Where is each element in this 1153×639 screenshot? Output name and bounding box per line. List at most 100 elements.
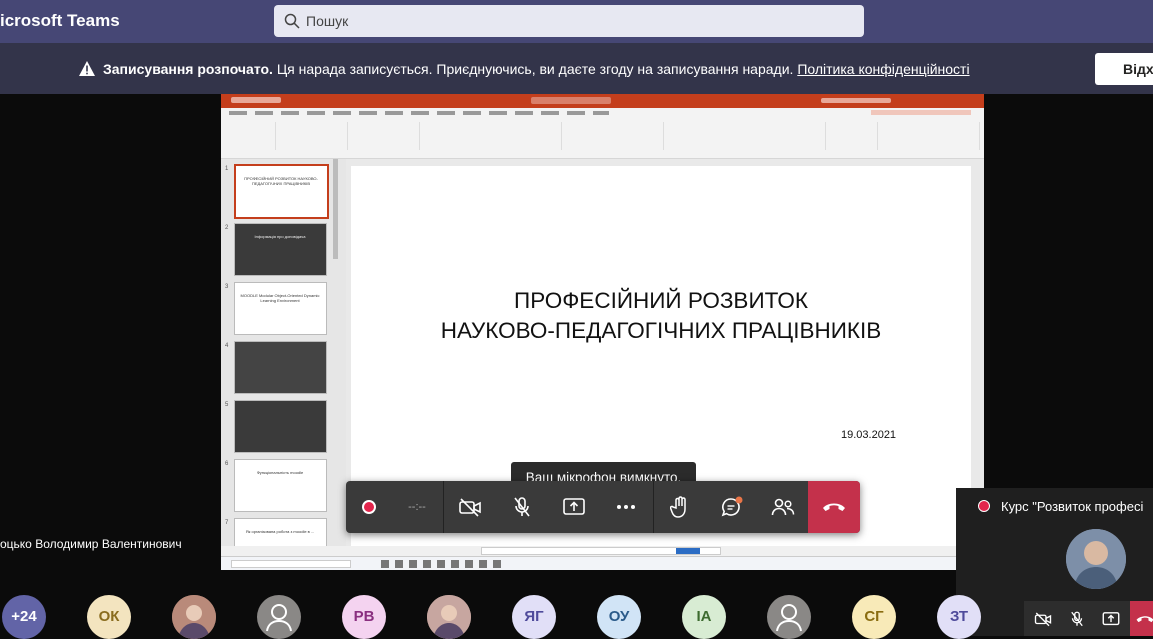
slide-thumbnail[interactable]: Інформація про доповідача <box>234 223 327 276</box>
thumbnail-number: 2 <box>225 225 229 231</box>
banner-message: Записування розпочато. Ця нарада записує… <box>103 61 970 77</box>
participant-avatar[interactable]: СГ <box>852 595 896 639</box>
thumbnail-text: Інформація про доповідача <box>254 234 306 239</box>
share-screen-icon <box>563 498 585 515</box>
participant-avatar[interactable]: ЯГ <box>512 595 556 639</box>
ppt-title-bar <box>221 94 984 108</box>
thumbnail-number: 1 <box>225 166 229 172</box>
recording-indicator-icon <box>978 500 990 512</box>
warning-icon <box>79 61 95 76</box>
meeting-title: Курс "Розвиток професі <box>1001 499 1144 514</box>
self-leave-button[interactable] <box>1130 601 1153 636</box>
leave-call-button[interactable] <box>808 481 860 533</box>
participant-avatar[interactable]: ОК <box>87 595 131 639</box>
avatar-photo-icon <box>427 595 471 639</box>
slide-title-line1: ПРОФЕСІЙНИЙ РОЗВИТОК <box>514 288 808 313</box>
search-icon <box>284 13 300 29</box>
participant-initials: +24 <box>11 608 37 625</box>
self-preview-controls <box>1024 601 1153 636</box>
call-toolbar: --:-- <box>346 481 860 533</box>
participant-avatar[interactable]: ЗТ <box>937 595 981 639</box>
slide-thumbnail[interactable]: Функціональність moodle <box>234 459 327 512</box>
people-icon <box>771 498 795 516</box>
ppt-ribbon <box>221 118 984 159</box>
top-bar: icrosoft Teams Пошук <box>0 0 1153 43</box>
ppt-ribbon-tabs <box>221 108 984 118</box>
thumbnail-number: 5 <box>225 402 229 408</box>
search-placeholder: Пошук <box>306 13 349 29</box>
record-icon <box>361 500 376 514</box>
recording-banner: Записування розпочато. Ця нарада записує… <box>0 43 1153 94</box>
slide-date: 19.03.2021 <box>841 429 897 441</box>
hand-icon <box>670 496 686 518</box>
participant-avatar[interactable]: ОУ <box>597 595 641 639</box>
windows-taskbar <box>221 556 984 570</box>
participant-initials: ЗТ <box>950 608 968 625</box>
chat-icon <box>721 496 743 517</box>
microphone-button[interactable] <box>496 481 548 533</box>
participant-initials: ОК <box>98 608 120 625</box>
mic-off-icon <box>1071 611 1083 626</box>
thumbnail-number: 6 <box>225 461 229 467</box>
thumbnail-number: 4 <box>225 343 229 349</box>
search-input[interactable]: Пошук <box>274 5 864 37</box>
presenter-name: оцько Володимир Валентинович <box>0 537 182 551</box>
camera-off-icon <box>459 498 481 517</box>
participant-avatar[interactable] <box>427 595 471 639</box>
participant-avatar[interactable]: РВ <box>342 595 386 639</box>
ppt-status-bar <box>221 546 984 556</box>
camera-button[interactable] <box>444 481 496 533</box>
participant-initials: РВ <box>353 608 375 625</box>
slide-thumbnails: 1 ПРОФЕСІЙНИЙ РОЗВИТОК НАУКОВО-ПЕДАГОГІЧН… <box>221 159 346 570</box>
participant-initials: ОУ <box>608 608 630 625</box>
thumbnail-scrollbar[interactable] <box>333 159 338 259</box>
chat-button[interactable] <box>706 481 758 533</box>
slide-thumbnail[interactable]: ПРОФЕСІЙНИЙ РОЗВИТОК НАУКОВО-ПЕДАГОГІЧНИ… <box>234 164 329 219</box>
participant-avatar[interactable]: +24 <box>2 595 46 639</box>
participants-button[interactable] <box>758 481 808 533</box>
self-camera-button[interactable] <box>1026 601 1060 636</box>
participant-avatar[interactable] <box>172 595 216 639</box>
participant-initials: ЯГ <box>524 608 544 625</box>
call-timer: --:-- <box>408 501 426 513</box>
raise-hand-button[interactable] <box>654 481 706 533</box>
mic-off-icon <box>514 497 530 517</box>
share-screen-icon <box>1102 611 1120 625</box>
self-share-button[interactable] <box>1094 601 1128 636</box>
person-icon <box>266 604 292 632</box>
slide-title-line2: НАУКОВО-ПЕДАГОГІЧНИХ ПРАЦІВНИКІВ <box>440 318 882 343</box>
share-button[interactable] <box>548 481 600 533</box>
person-icon <box>776 604 802 632</box>
thumbnail-text: Як організована робота з moodle в ... <box>245 529 315 534</box>
self-avatar <box>1066 529 1126 589</box>
thumbnail-text: Функціональність moodle <box>256 470 304 475</box>
avatar-photo-icon <box>172 595 216 639</box>
avatar-photo-icon <box>1066 529 1126 589</box>
thumbnail-text: ПРОФЕСІЙНИЙ РОЗВИТОК НАУКОВО-ПЕДАГОГІЧНИ… <box>244 176 318 186</box>
thumbnail-number: 3 <box>225 284 229 290</box>
participant-initials: ІА <box>696 608 712 625</box>
banner-bold-text: Записування розпочато. <box>103 61 273 77</box>
more-icon <box>617 505 635 509</box>
more-actions-button[interactable] <box>600 481 652 533</box>
thumbnail-text: MOODLE Modular Object-Oriented Dynamic L… <box>240 293 320 303</box>
app-title: icrosoft Teams <box>0 11 120 30</box>
privacy-policy-link[interactable]: Політика конфіденційності <box>797 61 969 77</box>
banner-body-text: Ця нарада записується. Приєднуючись, ви … <box>272 61 798 77</box>
slide-thumbnail[interactable]: MOODLE Modular Object-Oriented Dynamic L… <box>234 282 327 335</box>
slide-thumbnail[interactable] <box>234 341 327 394</box>
slide-thumbnail[interactable] <box>234 400 327 453</box>
camera-off-icon <box>1034 612 1052 626</box>
recording-button[interactable] <box>346 481 391 533</box>
dismiss-button[interactable]: Відх <box>1095 53 1153 85</box>
participant-avatar[interactable] <box>257 595 301 639</box>
hang-up-icon <box>823 503 845 511</box>
hang-up-icon <box>1136 615 1153 622</box>
participant-avatar[interactable] <box>767 595 811 639</box>
participant-initials: СГ <box>864 608 884 625</box>
participant-avatar[interactable]: ІА <box>682 595 726 639</box>
slide-title: ПРОФЕСІЙНИЙ РОЗВИТОК НАУКОВО-ПЕДАГОГІЧНИ… <box>351 286 971 346</box>
self-preview: Курс "Розвиток професі <box>956 488 1153 636</box>
self-mic-button[interactable] <box>1060 601 1094 636</box>
thumbnail-number: 7 <box>225 520 229 526</box>
